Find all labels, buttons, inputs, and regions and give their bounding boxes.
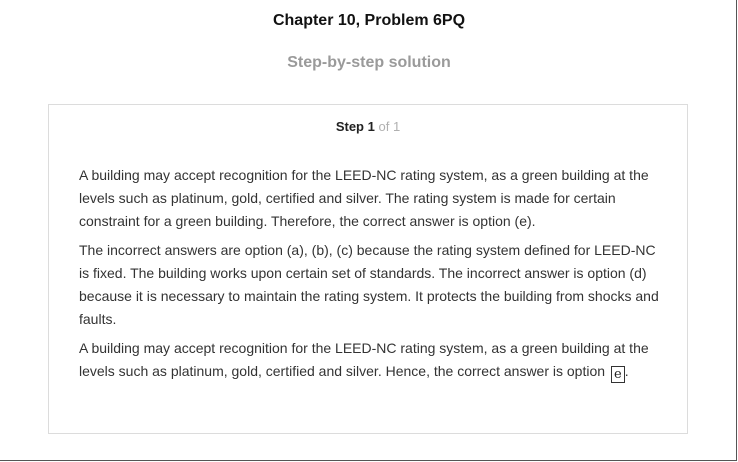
- solution-paragraph-2: The incorrect answers are option (a), (b…: [79, 242, 659, 327]
- step-header: Step 1 of 1: [49, 119, 687, 134]
- step-label: Step 1: [335, 119, 375, 134]
- solution-card: Step 1 of 1 A building may accept recogn…: [48, 104, 688, 434]
- page-subtitle: Step-by-step solution: [287, 54, 451, 71]
- page-title: Chapter 10, Problem 6PQ: [272, 12, 466, 29]
- paragraph-3-text: A building may accept recognition for th…: [79, 340, 649, 379]
- step-count: of 1: [378, 119, 401, 134]
- solution-paragraph-3: A building may accept recognition for th…: [79, 337, 664, 383]
- answer-box: e: [611, 366, 625, 383]
- answer-end-punct: .: [624, 363, 629, 379]
- solution-content: A building may accept recognition for th…: [79, 164, 664, 389]
- solution-paragraph-1: A building may accept recognition for th…: [79, 167, 649, 229]
